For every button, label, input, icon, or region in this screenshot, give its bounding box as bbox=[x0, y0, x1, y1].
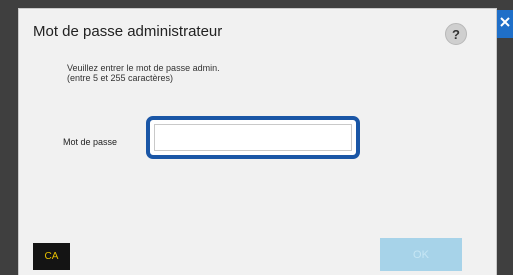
instructions-line-1: Veuillez entrer le mot de passe admin. bbox=[67, 63, 220, 73]
ca-button[interactable]: CA bbox=[33, 243, 70, 270]
close-button[interactable] bbox=[497, 10, 513, 38]
password-input[interactable] bbox=[154, 124, 352, 151]
instructions: Veuillez entrer le mot de passe admin. (… bbox=[67, 63, 220, 83]
help-button[interactable]: ? bbox=[445, 23, 467, 45]
password-field[interactable] bbox=[146, 116, 360, 159]
close-icon bbox=[500, 17, 510, 27]
ok-button[interactable]: OK bbox=[380, 238, 462, 271]
instructions-line-2: (entre 5 et 255 caractères) bbox=[67, 73, 174, 83]
password-label: Mot de passe bbox=[63, 137, 118, 147]
dialog-title: Mot de passe administrateur bbox=[33, 23, 223, 40]
admin-password-dialog: Mot de passe administrateur ? Veuillez e… bbox=[18, 8, 497, 275]
